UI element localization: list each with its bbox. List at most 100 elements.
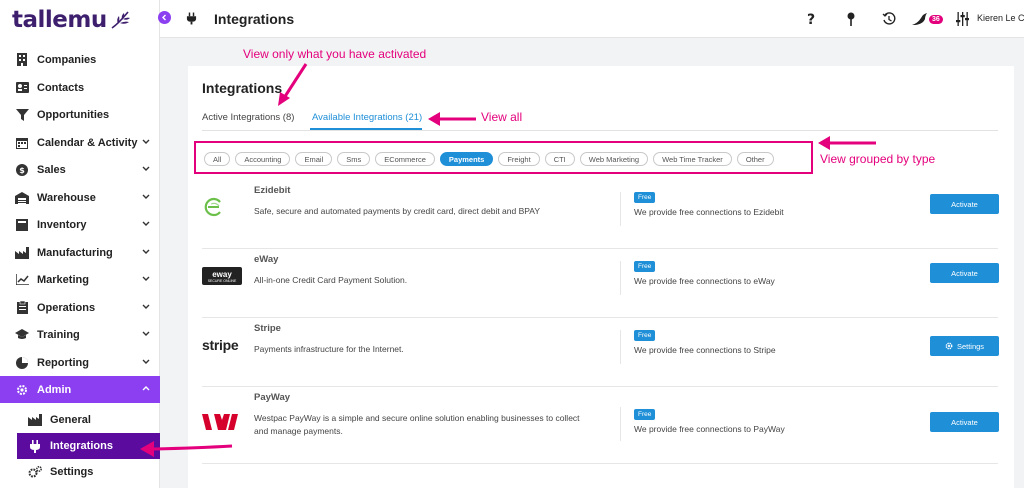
- row-separator: [202, 463, 998, 464]
- sidebar-item-admin[interactable]: Admin: [0, 376, 160, 403]
- chevron-down-icon: [142, 276, 150, 281]
- sidebar-item-label: Warehouse: [37, 191, 96, 204]
- chevron-down-icon: [142, 359, 150, 364]
- sidebar-item-training[interactable]: Training: [0, 321, 160, 348]
- chevron-down-icon: [142, 194, 150, 199]
- sidebar-collapse-button[interactable]: [158, 11, 171, 24]
- chevron-left-icon: [162, 14, 166, 21]
- activate-button[interactable]: Activate: [930, 194, 999, 214]
- chevron-down-icon: [142, 304, 150, 309]
- brand-logo[interactable]: tallemu: [12, 6, 131, 34]
- sidebar-item-warehouse[interactable]: Warehouse: [0, 184, 160, 211]
- bird-icon: [912, 12, 927, 25]
- chevron-down-icon: [142, 139, 150, 144]
- notifications-button[interactable]: 36: [912, 10, 943, 28]
- graduation-cap-icon: [15, 328, 29, 342]
- factory-icon: [15, 246, 29, 260]
- button-label: Activate: [951, 268, 978, 278]
- stripe-logo: stripe: [202, 334, 244, 356]
- button-label: Activate: [951, 199, 978, 209]
- sidebar-item-label: Opportunities: [37, 108, 110, 121]
- ezidebit-logo: [202, 196, 244, 218]
- chevron-down-icon: [142, 331, 150, 336]
- free-badge: Free: [634, 330, 656, 341]
- settings-button[interactable]: Settings: [930, 336, 999, 356]
- eway-logo-subtext: SECURE ONLINE: [207, 278, 237, 283]
- sidebar-item-companies[interactable]: Companies: [0, 46, 160, 73]
- sidebar-subitem-settings[interactable]: Settings: [0, 459, 160, 485]
- integration-row-eway: eway SECURE ONLINE eWay All-in-one Credi…: [188, 249, 1014, 318]
- integration-name: Stripe: [254, 323, 281, 334]
- pie-chart-icon: [15, 356, 29, 370]
- factory-icon: [28, 413, 42, 427]
- warehouse-icon: [15, 191, 29, 205]
- sidebar-item-label: Training: [37, 328, 80, 341]
- free-badge: Free: [634, 409, 656, 420]
- integration-description: Payments infrastructure for the Internet…: [254, 344, 404, 354]
- sidebar-item-marketing[interactable]: Marketing: [0, 266, 160, 293]
- activate-button[interactable]: Activate: [930, 412, 999, 432]
- row-divider: [620, 192, 621, 226]
- button-label: Settings: [956, 341, 985, 351]
- plug-icon: [186, 12, 197, 25]
- sidebar-item-label: Marketing: [37, 273, 89, 286]
- sidebar-item-label: Admin: [37, 383, 72, 396]
- sidebar-item-label: Calendar & Activity: [37, 136, 138, 149]
- page-title: Integrations: [214, 11, 295, 27]
- sidebar-item-label: Inventory: [37, 218, 87, 231]
- tab-active-integrations[interactable]: Active Integrations (8): [202, 112, 294, 123]
- button-label: Activate: [951, 417, 978, 427]
- sidebar-item-contacts[interactable]: Contacts: [0, 74, 160, 101]
- sidebar-item-reporting[interactable]: Reporting: [0, 349, 160, 376]
- sidebar-item-calendar[interactable]: Calendar & Activity: [0, 129, 160, 156]
- free-badge: Free: [634, 261, 656, 272]
- tab-divider: [202, 130, 998, 131]
- cogs-icon: [28, 465, 42, 479]
- integration-row-payway: PayWay Westpac PayWay is a simple and se…: [188, 387, 1014, 464]
- row-divider: [620, 330, 621, 364]
- sidebar-subitem-general[interactable]: General: [0, 407, 160, 433]
- sidebar-item-label: Companies: [37, 53, 97, 66]
- row-divider: [620, 407, 621, 441]
- gear-icon: [945, 342, 953, 350]
- annotation-activated: View only what you have activated: [243, 47, 427, 61]
- chart-icon: [15, 273, 29, 287]
- user-name[interactable]: Kieren Le Co: [977, 13, 1024, 23]
- sidebar-item-sales[interactable]: $ Sales: [0, 156, 160, 183]
- box-icon: [15, 218, 29, 232]
- integration-pricing-note: We provide free connections to PayWay: [634, 424, 785, 434]
- dollar-icon: $: [15, 163, 29, 177]
- annotation-arrow-integrations: [140, 441, 233, 457]
- tab-available-integrations[interactable]: Available Integrations (21): [312, 112, 422, 123]
- funnel-icon: [15, 108, 29, 122]
- help-icon[interactable]: ?: [806, 10, 816, 28]
- annotation-arrow-activated: [278, 63, 308, 106]
- sidebar-item-label: Reporting: [37, 356, 89, 369]
- integration-row-ezidebit: Ezidebit Safe, secure and automated paym…: [188, 180, 1014, 249]
- svg-text:?: ?: [807, 12, 815, 26]
- sidebar-item-opportunities[interactable]: Opportunities: [0, 101, 160, 128]
- annotation-view-all: View all: [481, 110, 523, 124]
- plug-icon: [28, 439, 42, 453]
- westpac-logo: [202, 411, 244, 433]
- integration-row-stripe: stripe Stripe Payments infrastructure fo…: [188, 318, 1014, 387]
- sidebar: tallemu Companies Contacts Opportunities…: [0, 0, 160, 488]
- pin-icon[interactable]: [846, 10, 856, 28]
- integrations-card: Integrations Active Integrations (8) Ava…: [188, 66, 1014, 488]
- building-icon: [15, 53, 29, 67]
- sidebar-item-label: Manufacturing: [37, 246, 113, 259]
- activate-button[interactable]: Activate: [930, 263, 999, 283]
- sidebar-item-inventory[interactable]: Inventory: [0, 211, 160, 238]
- sidebar-item-operations[interactable]: Operations: [0, 294, 160, 321]
- eway-logo-text: eway: [212, 269, 232, 279]
- annotation-grouped: View grouped by type: [820, 152, 936, 166]
- sidebar-item-manufacturing[interactable]: Manufacturing: [0, 239, 160, 266]
- history-icon[interactable]: [882, 10, 896, 28]
- stripe-logo-text: stripe: [202, 337, 239, 353]
- chevron-up-icon: [142, 386, 150, 391]
- contact-card-icon: [15, 81, 29, 95]
- sidebar-item-label: Operations: [37, 301, 96, 314]
- sliders-icon[interactable]: [956, 10, 969, 28]
- integration-description: All-in-one Credit Card Payment Solution.: [254, 275, 408, 285]
- integration-name: eWay: [254, 254, 279, 265]
